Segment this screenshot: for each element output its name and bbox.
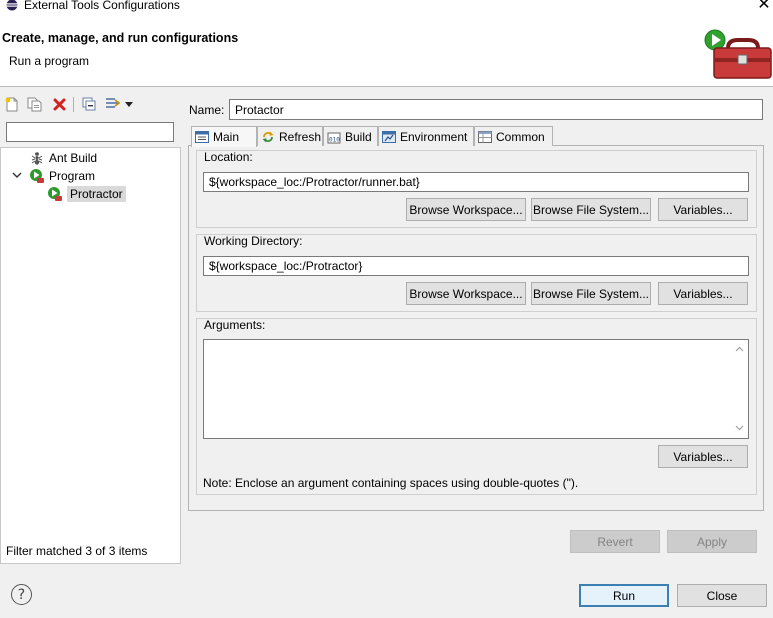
eclipse-icon — [6, 0, 18, 11]
arguments-textarea[interactable] — [203, 339, 749, 439]
chevron-down-icon[interactable] — [12, 170, 22, 180]
tab-main[interactable]: Main — [191, 126, 257, 147]
refresh-icon — [261, 130, 275, 144]
location-browse-workspace-button[interactable]: Browse Workspace... — [406, 198, 526, 221]
name-label: Name: — [189, 103, 225, 117]
build-icon: 010 — [327, 130, 341, 144]
revert-button[interactable]: Revert — [570, 530, 660, 553]
tab-build[interactable]: 010 Build — [323, 126, 378, 146]
tree-item-label: Program — [49, 168, 96, 183]
run-button[interactable]: Run — [579, 584, 669, 607]
name-field[interactable] — [229, 99, 763, 120]
tab-common[interactable]: Common — [474, 126, 553, 146]
arguments-variables-button[interactable]: Variables... — [658, 445, 748, 468]
filter-icon[interactable] — [104, 95, 122, 113]
location-field[interactable] — [203, 172, 749, 192]
tab-label: Refresh — [279, 129, 322, 144]
header-title: Create, manage, and run configurations — [2, 31, 239, 45]
working-directory-browse-file-system-button[interactable]: Browse File System... — [531, 282, 651, 305]
tab-label: Main — [213, 130, 240, 144]
filter-status: Filter matched 3 of 3 items — [6, 544, 148, 558]
working-directory-variables-button[interactable]: Variables... — [658, 282, 748, 305]
arguments-note: Note: Enclose an argument containing spa… — [203, 476, 579, 490]
program-icon — [29, 168, 45, 184]
common-icon — [478, 130, 492, 144]
apply-button[interactable]: Apply — [667, 530, 757, 553]
help-icon[interactable]: ? — [11, 584, 32, 605]
main-tab-icon — [195, 130, 209, 144]
delete-icon[interactable] — [50, 95, 68, 113]
ant-icon — [29, 150, 45, 166]
working-directory-label: Working Directory: — [204, 234, 303, 248]
tab-label: Common — [496, 129, 545, 144]
working-directory-browse-workspace-button[interactable]: Browse Workspace... — [406, 282, 526, 305]
location-variables-button[interactable]: Variables... — [658, 198, 748, 221]
tab-label: Environment — [400, 129, 468, 144]
arguments-scrollbar[interactable] — [731, 340, 748, 438]
tree-item-label: Ant Build — [49, 150, 98, 165]
new-launch-configuration-icon[interactable] — [3, 95, 21, 113]
close-button[interactable]: Close — [677, 584, 767, 607]
view-menu-dropdown-icon[interactable] — [123, 95, 135, 113]
tab-label: Build — [345, 129, 372, 144]
scroll-down-icon[interactable] — [735, 424, 744, 433]
collapse-all-icon[interactable] — [80, 95, 98, 113]
launch-config-tree: Ant Build Program Protractor — [0, 147, 181, 564]
toolbox-run-icon — [704, 29, 772, 79]
tree-item-protractor[interactable]: Protractor — [47, 185, 126, 202]
tab-environment[interactable]: Environment — [378, 126, 474, 146]
window-title: External Tools Configurations — [24, 0, 180, 12]
header-subtitle: Run a program — [9, 54, 90, 68]
duplicate-icon[interactable] — [25, 95, 43, 113]
tree-item-program[interactable]: Program — [29, 167, 95, 184]
dialog-header — [0, 14, 773, 87]
location-browse-file-system-button[interactable]: Browse File System... — [531, 198, 651, 221]
launch-config-toolbar — [0, 95, 180, 117]
tree-item-ant-build[interactable]: Ant Build — [29, 149, 97, 166]
tree-item-label: Protractor — [67, 185, 126, 202]
filter-input[interactable] — [6, 122, 174, 142]
svg-text:010: 010 — [329, 136, 340, 143]
toolbar-separator — [73, 97, 74, 112]
close-window-button[interactable]: ✕ — [754, 0, 773, 14]
program-config-icon — [47, 186, 63, 202]
location-label: Location: — [204, 150, 253, 164]
arguments-label: Arguments: — [204, 318, 266, 332]
environment-icon — [382, 130, 396, 144]
working-directory-field[interactable] — [203, 256, 749, 276]
scroll-up-icon[interactable] — [735, 345, 744, 354]
tab-refresh[interactable]: Refresh — [257, 126, 323, 146]
